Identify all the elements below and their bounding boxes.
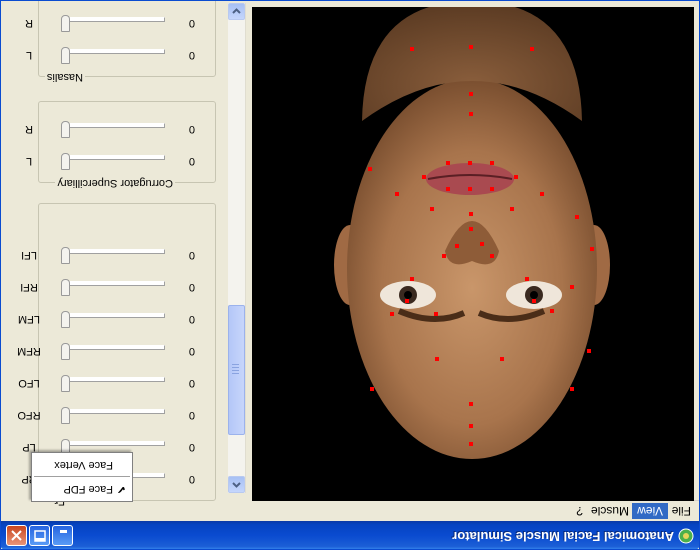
slider-thumb[interactable] — [61, 407, 70, 424]
minimize-icon — [60, 530, 67, 533]
group-nasalis: Nasalis 0 L 0 R — [25, 0, 216, 83]
3d-viewport[interactable] — [252, 7, 694, 501]
slider-track[interactable] — [67, 249, 165, 254]
slider-row-corr-l: 0 R — [5, 112, 215, 142]
slider-track[interactable] — [67, 377, 165, 382]
slider-track[interactable] — [67, 441, 165, 446]
slider-track[interactable] — [67, 49, 165, 54]
slider-value: 0 — [188, 123, 195, 135]
slider-thumb[interactable] — [61, 247, 70, 264]
slider-row-lfo: 0 LFO — [5, 366, 215, 396]
maximize-button[interactable] — [29, 525, 50, 546]
slider-track[interactable] — [67, 345, 165, 350]
slider-thumb[interactable] — [61, 375, 70, 392]
window-title: Anatomical Facial Muscle Simulator — [452, 529, 674, 544]
slider-value: 0 — [188, 155, 195, 167]
slider-label: RFM — [17, 345, 41, 357]
scroll-thumb[interactable] — [228, 305, 245, 435]
slider-value: 0 — [188, 409, 195, 421]
slider-row-nasalis-l: 0 L — [5, 38, 215, 68]
group-corrugator: Corrugator Supercilliary 0 L 0 R — [25, 101, 216, 189]
slider-value: 0 — [188, 473, 195, 485]
menu-file[interactable]: File — [667, 503, 696, 519]
slider-thumb[interactable] — [61, 15, 70, 32]
slider-thumb[interactable] — [61, 311, 70, 328]
slider-thumb[interactable] — [61, 279, 70, 296]
group-nasalis-title: Nasalis — [44, 71, 85, 83]
group-corrugator-title: Corrugator Supercilliary — [55, 177, 175, 189]
slider-value: 0 — [188, 441, 195, 453]
minimize-button[interactable] — [52, 525, 73, 546]
slider-label: L — [25, 49, 33, 61]
slider-label: RFI — [20, 281, 38, 293]
menu-item-label: Face FDP — [63, 483, 113, 495]
slider-row-lfm: 0 LFM — [5, 302, 215, 332]
app-icon — [678, 528, 694, 544]
slider-value: 0 — [188, 249, 195, 261]
muscle-control-panel: Fr 0 RP 0 LP 0 RFO 0 — [0, 0, 252, 507]
slider-row-nasalis-r: 0 R — [5, 6, 215, 36]
check-icon: ✔ — [116, 483, 126, 495]
slider-value: 0 — [188, 377, 195, 389]
menu-item-label: Face Vertex — [54, 459, 113, 471]
slider-thumb[interactable] — [61, 343, 70, 360]
slider-row-rfi: 0 RFI — [5, 270, 215, 300]
slider-track[interactable] — [67, 313, 165, 318]
slider-thumb[interactable] — [61, 153, 70, 170]
slider-label: LFM — [18, 313, 40, 325]
slider-value: 0 — [188, 17, 195, 29]
scroll-up-button[interactable] — [228, 476, 245, 493]
close-button[interactable] — [6, 525, 27, 546]
slider-track[interactable] — [67, 17, 165, 22]
menu-bar: File View Muscle ? — [0, 500, 700, 521]
slider-row-rfo: 0 RFO — [5, 398, 215, 428]
slider-track[interactable] — [67, 155, 165, 160]
menu-view[interactable]: View — [632, 503, 668, 519]
close-icon — [11, 530, 22, 541]
slider-label: LFO — [18, 377, 40, 389]
menu-help[interactable]: ? — [571, 503, 588, 519]
slider-label: R — [25, 17, 33, 29]
slider-row-corr-r: 0 L — [5, 144, 215, 174]
view-dropdown-menu: ✔ Face FDP Face Vertex — [31, 452, 133, 502]
slider-row-rfm: 0 RFM — [5, 334, 215, 364]
face-model — [334, 7, 610, 459]
slider-row-lfi: 0 LFI — [5, 238, 215, 268]
chevron-down-icon — [232, 8, 241, 14]
slider-label: RFO — [17, 409, 41, 421]
menu-muscle[interactable]: Muscle — [586, 503, 634, 519]
slider-track[interactable] — [67, 281, 165, 286]
slider-label: LFI — [21, 249, 37, 261]
slider-value: 0 — [188, 313, 195, 325]
slider-value: 0 — [188, 281, 195, 293]
menu-item-face-vertex[interactable]: Face Vertex — [32, 455, 132, 475]
maximize-icon — [34, 530, 46, 542]
slider-value: 0 — [188, 49, 195, 61]
slider-label: L — [25, 155, 33, 167]
slider-thumb[interactable] — [61, 121, 70, 138]
chevron-up-icon — [232, 482, 241, 488]
slider-track[interactable] — [67, 123, 165, 128]
slider-value: 0 — [188, 345, 195, 357]
slider-thumb[interactable] — [61, 47, 70, 64]
slider-label: R — [25, 123, 33, 135]
panel-scrollbar[interactable] — [228, 3, 246, 493]
menu-separator — [34, 476, 130, 477]
scroll-down-button[interactable] — [228, 3, 245, 20]
menu-item-face-fdp[interactable]: ✔ Face FDP — [32, 479, 132, 499]
slider-track[interactable] — [67, 409, 165, 414]
title-bar[interactable]: Anatomical Facial Muscle Simulator — [0, 521, 700, 550]
